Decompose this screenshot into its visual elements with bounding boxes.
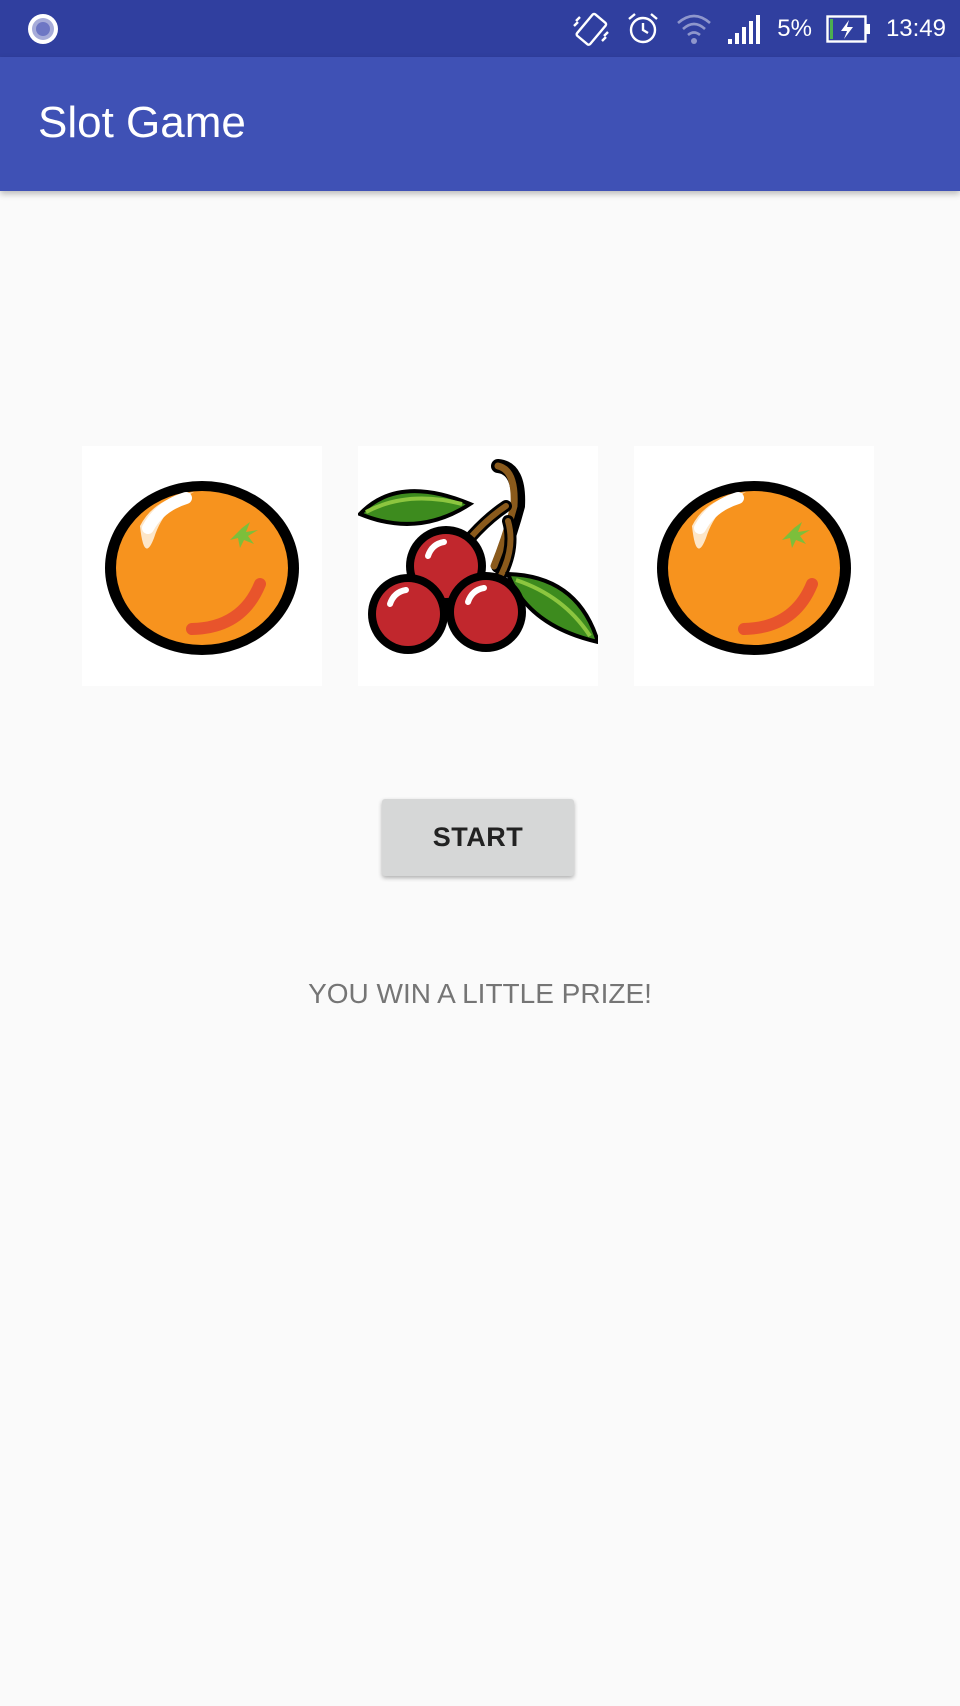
reel-3 [634,446,874,686]
battery-charging-icon [826,14,870,43]
app-bar: Slot Game [0,57,960,191]
alarm-icon [628,12,659,43]
reel-1 [82,446,322,686]
reel-2 [358,446,598,686]
start-button[interactable]: START [382,799,574,876]
wifi-icon [677,14,712,44]
vibrate-icon [573,12,610,46]
result-message: YOU WIN A LITTLE PRIZE! [308,978,652,1009]
slot-reels [0,446,960,686]
orange-icon [657,481,851,655]
app-title: Slot Game [38,98,246,147]
signal-icon [728,14,761,44]
clock: 13:49 [885,15,946,42]
status-bar: 5% 13:49 [0,0,960,57]
cherry-icon [358,459,598,654]
battery-percent: 5% [777,15,812,42]
status-icons: 5% 13:49 [571,0,946,57]
notification-circle-icon [28,14,58,44]
orange-icon [105,481,299,655]
